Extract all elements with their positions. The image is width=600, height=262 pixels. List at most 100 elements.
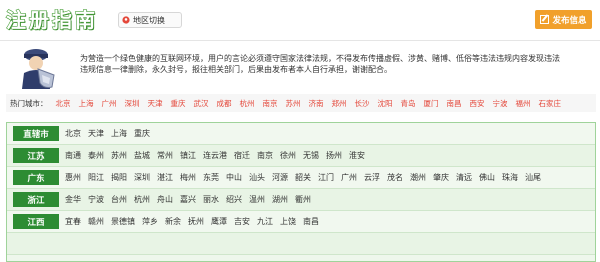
city-link[interactable]: 常州	[157, 150, 173, 161]
city-link[interactable]: 苏州	[111, 150, 127, 161]
hot-city-link[interactable]: 石家庄	[539, 98, 562, 109]
city-link[interactable]: 茂名	[387, 172, 403, 183]
city-link[interactable]: 金华	[65, 194, 81, 205]
hot-city-link[interactable]: 深圳	[125, 98, 140, 109]
city-link[interactable]: 汕头	[249, 172, 265, 183]
city-link[interactable]: 佛山	[479, 172, 495, 183]
city-link[interactable]: 抚州	[188, 216, 204, 227]
hot-city-link[interactable]: 沈阳	[378, 98, 393, 109]
province-name: 直辖市	[13, 126, 59, 141]
city-link[interactable]: 云浮	[364, 172, 380, 183]
city-link[interactable]: 徐州	[280, 150, 296, 161]
city-link[interactable]: 丽水	[203, 194, 219, 205]
city-link[interactable]: 湛江	[157, 172, 173, 183]
hot-city-link[interactable]: 天津	[148, 98, 163, 109]
province-city-list: 南通 泰州 苏州 盐城 常州 镇江 连云港 宿迁 南京 徐州 无锡 扬州 淮安	[65, 150, 372, 161]
hot-city-link[interactable]: 重庆	[171, 98, 186, 109]
city-link[interactable]: 九江	[257, 216, 273, 227]
city-link[interactable]: 扬州	[326, 150, 342, 161]
city-link[interactable]: 盐城	[134, 150, 150, 161]
city-link[interactable]: 舟山	[157, 194, 173, 205]
city-link[interactable]: 宁波	[88, 194, 104, 205]
hot-city-link[interactable]: 杭州	[240, 98, 255, 109]
city-link[interactable]: 北京	[65, 128, 81, 139]
city-link[interactable]: 南通	[65, 150, 81, 161]
hot-city-link[interactable]: 厦门	[424, 98, 439, 109]
city-link[interactable]: 江门	[318, 172, 334, 183]
province-row: 江苏 南通 泰州 苏州 盐城 常州 镇江 连云港 宿迁 南京 徐州 无锡 扬州 淮安	[7, 145, 595, 167]
hot-city-link[interactable]: 南昌	[447, 98, 462, 109]
city-link[interactable]: 湖州	[272, 194, 288, 205]
city-link[interactable]: 揭阳	[111, 172, 127, 183]
region-switch-button[interactable]: 地区切换	[118, 12, 182, 28]
hot-city-link[interactable]: 北京	[56, 98, 71, 109]
region-switch-label: 地区切换	[133, 15, 165, 25]
city-link[interactable]: 鹰潭	[211, 216, 227, 227]
city-link[interactable]: 梅州	[180, 172, 196, 183]
city-link[interactable]: 上海	[111, 128, 127, 139]
province-name: 广东	[13, 170, 59, 185]
city-link[interactable]: 景德镇	[111, 216, 135, 227]
city-link[interactable]: 无锡	[303, 150, 319, 161]
city-link[interactable]: 天津	[88, 128, 104, 139]
site-title: 注册指南	[5, 7, 98, 32]
city-link[interactable]: 淮安	[349, 150, 365, 161]
city-link[interactable]: 宜春	[65, 216, 81, 227]
city-link[interactable]: 嘉兴	[180, 194, 196, 205]
city-link[interactable]: 韶关	[295, 172, 311, 183]
city-link[interactable]: 东莞	[203, 172, 219, 183]
city-link[interactable]: 南昌	[303, 216, 319, 227]
city-link[interactable]: 清远	[456, 172, 472, 183]
city-link[interactable]: 珠海	[502, 172, 518, 183]
hot-city-link[interactable]: 西安	[470, 98, 485, 109]
city-link[interactable]: 中山	[226, 172, 242, 183]
hot-city-link[interactable]: 长沙	[355, 98, 370, 109]
city-link[interactable]: 重庆	[134, 128, 150, 139]
city-link[interactable]: 台州	[111, 194, 127, 205]
hot-city-link[interactable]: 武汉	[194, 98, 209, 109]
hot-city-link[interactable]: 济南	[309, 98, 324, 109]
city-link[interactable]: 绍兴	[226, 194, 242, 205]
hot-city-link[interactable]: 成都	[217, 98, 232, 109]
hot-city-link[interactable]: 福州	[516, 98, 531, 109]
city-link[interactable]: 南京	[257, 150, 273, 161]
city-link[interactable]: 潮州	[410, 172, 426, 183]
city-link[interactable]: 惠州	[65, 172, 81, 183]
city-link[interactable]: 泰州	[88, 150, 104, 161]
hot-city-link[interactable]: 上海	[79, 98, 94, 109]
city-link[interactable]: 汕尾	[525, 172, 541, 183]
city-link[interactable]: 肇庆	[433, 172, 449, 183]
hot-city-link[interactable]: 苏州	[286, 98, 301, 109]
hot-cities-bar: 热门城市： 北京 上海 广州 深圳 天津 重庆 武汉 成都 杭州 南京 苏州 济南 郑州 长沙 沈阳 青岛 厦门…	[6, 94, 596, 112]
city-link[interactable]: 镇江	[180, 150, 196, 161]
header-divider	[0, 40, 600, 41]
city-link[interactable]: 赣州	[88, 216, 104, 227]
city-link[interactable]: 河源	[272, 172, 288, 183]
hot-city-link[interactable]: 南京	[263, 98, 278, 109]
city-link[interactable]: 上饶	[280, 216, 296, 227]
hot-city-link[interactable]: 郑州	[332, 98, 347, 109]
site-header: 注册指南 地区切换 发布信息	[0, 0, 600, 40]
city-link[interactable]: 广州	[341, 172, 357, 183]
publish-button[interactable]: 发布信息	[535, 10, 592, 29]
hot-city-link[interactable]: 广州	[102, 98, 117, 109]
city-link[interactable]: 连云港	[203, 150, 227, 161]
city-link[interactable]: 宿迁	[234, 150, 250, 161]
province-name: 浙江	[13, 192, 59, 207]
city-link[interactable]: 阳江	[88, 172, 104, 183]
province-row: 广东 惠州 阳江 揭阳 深圳 湛江 梅州 东莞 中山 汕头 河源 韶关 江门 广州 云浮 茂名 潮州 肇庆 清远 佛山…	[7, 167, 595, 189]
city-link[interactable]: 衢州	[295, 194, 311, 205]
city-link[interactable]: 吉安	[234, 216, 250, 227]
hot-city-link[interactable]: 宁波	[493, 98, 508, 109]
province-row: 江西 宜春 赣州 景德镇 萍乡 新余 抚州 鹰潭 吉安 九江 上饶 南昌	[7, 211, 595, 233]
city-link[interactable]: 深圳	[134, 172, 150, 183]
edit-icon	[540, 15, 550, 24]
province-city-list: 金华 宁波 台州 杭州 舟山 嘉兴 丽水 绍兴 温州 湖州 衢州	[65, 194, 318, 205]
city-link[interactable]: 杭州	[134, 194, 150, 205]
city-link[interactable]: 萍乡	[142, 216, 158, 227]
notice-text: 为营造一个绿色健康的互联网环境，用户的言论必须遵守国家法律法规，不得发布传播虚假…	[80, 54, 560, 74]
city-link[interactable]: 新余	[165, 216, 181, 227]
city-link[interactable]: 温州	[249, 194, 265, 205]
notice-section: 为营造一个绿色健康的互联网环境，用户的言论必须遵守国家法律法规，不得发布传播虚假…	[0, 43, 600, 91]
hot-city-link[interactable]: 青岛	[401, 98, 416, 109]
